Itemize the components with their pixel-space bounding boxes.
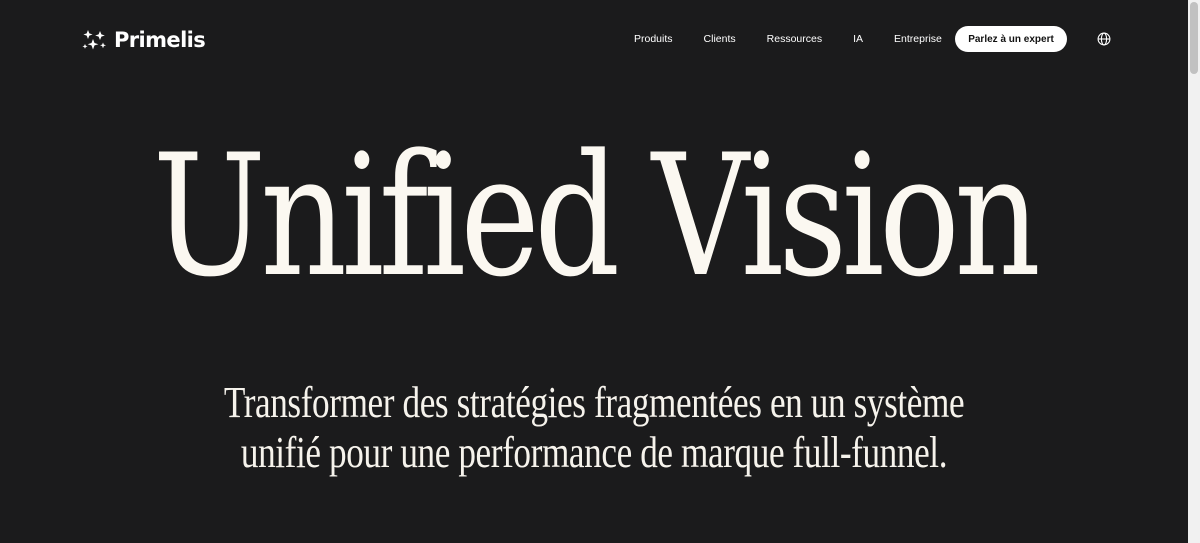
scrollbar-thumb[interactable] (1190, 2, 1198, 74)
nav-item-produits[interactable]: Produits (634, 33, 673, 45)
nav-item-clients[interactable]: Clients (704, 33, 736, 45)
hero-title: Unified Vision (152, 118, 1041, 314)
primelis-star-cluster-icon (82, 30, 106, 50)
nav-item-ia[interactable]: IA (853, 33, 863, 45)
page: Primelis Produits Clients Ressources IA … (0, 0, 1188, 543)
hero-subtitle-line: Transformer des stratégies fragmentées e… (223, 378, 965, 427)
hero-subtitle: Transformer des stratégies fragmentées e… (119, 378, 1069, 478)
brand-name: Primelis (114, 28, 206, 52)
nav-item-ressources[interactable]: Ressources (767, 33, 822, 45)
brand-logo-link[interactable]: Primelis (82, 25, 206, 55)
vertical-scrollbar[interactable] (1188, 0, 1200, 543)
talk-to-expert-button[interactable]: Parlez à un expert (955, 26, 1067, 52)
globe-icon[interactable] (1097, 32, 1111, 46)
nav-item-entreprise[interactable]: Entreprise (894, 33, 942, 45)
main-nav: Produits Clients Ressources IA Entrepris… (634, 26, 942, 52)
hero-subtitle-line: unifié pour une performance de marque fu… (240, 428, 948, 477)
site-header: Primelis Produits Clients Ressources IA … (0, 0, 1188, 78)
